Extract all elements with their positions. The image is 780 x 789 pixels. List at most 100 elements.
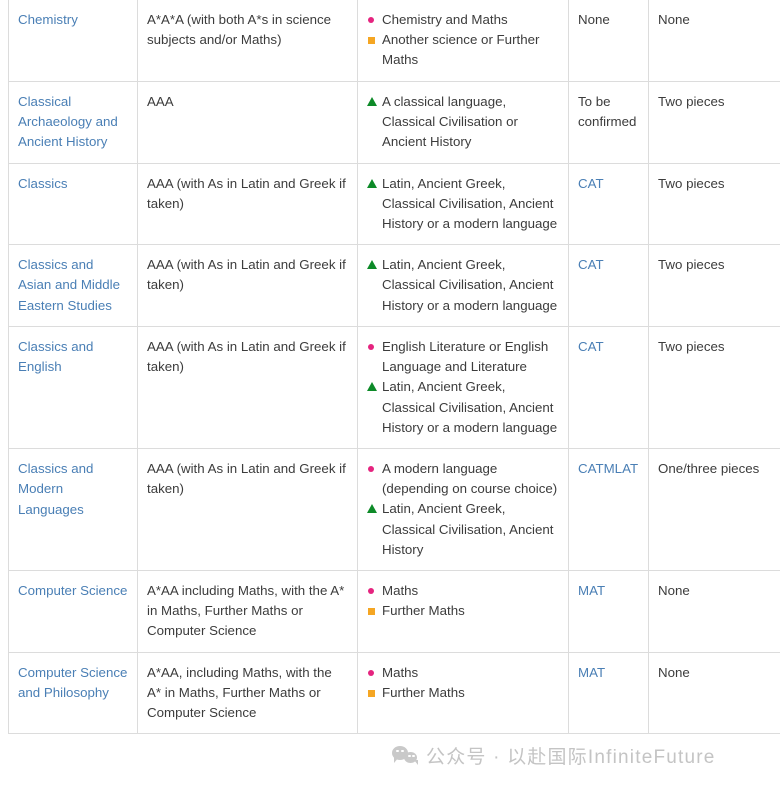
table-row: Computer Science A*AA including Maths, wi… <box>8 570 780 653</box>
table-row: Classics and Asian and Middle Eastern St… <box>8 244 780 327</box>
written-work-cell: Two pieces <box>648 81 780 164</box>
course-link[interactable]: Classical Archaeology and Ancient Histor… <box>18 94 118 150</box>
subject-text: A modern language (depending on course c… <box>382 461 558 497</box>
marker-square-icon <box>367 30 379 50</box>
subject-list-item: A classical language, Classical Civilisa… <box>367 92 559 153</box>
written-work-cell: Two pieces <box>648 326 780 450</box>
grade-requirement-cell: AAA <box>137 81 358 164</box>
subject-text: Another science or Further Maths <box>382 32 540 68</box>
subject-list-item: Another science or Further Maths <box>367 30 559 70</box>
course-link[interactable]: Classics and English <box>18 339 93 374</box>
subject-requirement-cell: Maths Further Maths <box>357 570 569 653</box>
subject-list-item: Chemistry and Maths <box>367 10 559 30</box>
written-work-cell: None <box>648 570 780 653</box>
course-link[interactable]: Classics and Modern Languages <box>18 461 93 517</box>
subject-text: Maths <box>382 583 419 599</box>
marker-circle-icon <box>367 337 379 357</box>
subject-requirement-cell: Latin, Ancient Greek, Classical Civilisa… <box>357 244 569 327</box>
course-link[interactable]: Chemistry <box>18 12 78 27</box>
written-work-cell: None <box>648 652 780 735</box>
admissions-test-link[interactable]: MLAT <box>604 461 638 476</box>
admissions-test-cell: MAT <box>568 570 649 653</box>
marker-triangle-icon <box>367 255 379 275</box>
subject-requirement-cell: Chemistry and Maths Another science or Fu… <box>357 0 569 82</box>
subject-list-item: Further Maths <box>367 601 559 621</box>
admissions-test-link[interactable]: CAT <box>578 257 604 272</box>
subject-list-item: Maths <box>367 663 559 683</box>
marker-triangle-icon <box>367 92 379 112</box>
subject-text: Latin, Ancient Greek, Classical Civilisa… <box>382 175 558 231</box>
marker-circle-icon <box>367 10 379 30</box>
written-work-cell: Two pieces <box>648 244 780 327</box>
marker-triangle-icon <box>367 174 379 194</box>
subject-text: Maths <box>382 664 419 680</box>
subject-list-item: A modern language (depending on course c… <box>367 459 559 499</box>
written-work-cell: None <box>648 0 780 82</box>
admissions-test-link[interactable]: CAT <box>578 461 604 476</box>
watermark-text: 公众号 · 以赴国际InfiniteFuture <box>426 747 716 768</box>
course-link[interactable]: Classics <box>18 176 68 191</box>
subject-list: Chemistry and Maths Another science or Fu… <box>367 10 559 71</box>
marker-square-icon <box>367 683 379 703</box>
admissions-test-cell: MAT <box>568 652 649 735</box>
subject-requirement-cell: A classical language, Classical Civilisa… <box>357 81 569 164</box>
course-name-cell: Classics and English <box>8 326 138 450</box>
subject-text: Latin, Ancient Greek, Classical Civilisa… <box>382 379 558 435</box>
admissions-test-cell: CATMLAT <box>568 448 649 572</box>
subject-list: A modern language (depending on course c… <box>367 459 559 560</box>
subject-requirement-cell: Maths Further Maths <box>357 652 569 735</box>
course-name-cell: Computer Science and Philosophy <box>8 652 138 735</box>
subject-text: Latin, Ancient Greek, Classical Civilisa… <box>382 501 554 557</box>
requirements-table-container: Chemistry A*A*A (with both A*s in science… <box>0 0 780 735</box>
course-link[interactable]: Computer Science and Philosophy <box>18 665 127 700</box>
grade-requirement-cell: A*A*A (with both A*s in science subjects… <box>137 0 358 82</box>
admissions-test-cell: To be confirmed <box>568 81 649 164</box>
subject-list: Latin, Ancient Greek, Classical Civilisa… <box>367 174 559 235</box>
subject-text: Latin, Ancient Greek, Classical Civilisa… <box>382 257 558 313</box>
subject-requirement-cell: A modern language (depending on course c… <box>357 448 569 572</box>
subject-text: Further Maths <box>382 603 465 619</box>
table-row: Classics AAA (with As in Latin and Greek … <box>8 163 780 246</box>
admissions-test-link[interactable]: MAT <box>578 583 605 598</box>
course-link[interactable]: Classics and Asian and Middle Eastern St… <box>18 257 120 313</box>
course-name-cell: Classics and Asian and Middle Eastern St… <box>8 244 138 327</box>
subject-list-item: Latin, Ancient Greek, Classical Civilisa… <box>367 499 559 560</box>
admissions-test-text: To be confirmed <box>578 93 637 129</box>
written-work-cell: One/three pieces <box>648 448 780 572</box>
subject-requirement-cell: English Literature or English Language a… <box>357 326 569 450</box>
marker-square-icon <box>367 601 379 621</box>
course-name-cell: Chemistry <box>8 0 138 82</box>
subject-list: Maths Further Maths <box>367 581 559 621</box>
subject-list: Latin, Ancient Greek, Classical Civilisa… <box>367 255 559 316</box>
subject-text: Further Maths <box>382 684 465 700</box>
admissions-test-link[interactable]: MAT <box>578 665 605 680</box>
admissions-test-link[interactable]: CAT <box>578 176 604 191</box>
table-row: Classics and English AAA (with As in Lati… <box>8 326 780 450</box>
subject-text: Chemistry and Maths <box>382 12 508 27</box>
written-work-cell: Two pieces <box>648 163 780 246</box>
subject-list-item: Latin, Ancient Greek, Classical Civilisa… <box>367 255 559 316</box>
grade-requirement-cell: A*AA, including Maths, with the A* in Ma… <box>137 652 358 735</box>
admissions-test-cell: None <box>568 0 649 82</box>
grade-requirement-cell: AAA (with As in Latin and Greek if taken… <box>137 163 358 246</box>
course-requirements-table: Chemistry A*A*A (with both A*s in science… <box>8 0 780 735</box>
admissions-test-link[interactable]: CAT <box>578 339 604 354</box>
course-link[interactable]: Computer Science <box>18 583 127 598</box>
grade-requirement-cell: AAA (with As in Latin and Greek if taken… <box>137 326 358 450</box>
subject-list-item: Latin, Ancient Greek, Classical Civilisa… <box>367 174 559 235</box>
subject-requirement-cell: Latin, Ancient Greek, Classical Civilisa… <box>357 163 569 246</box>
admissions-test-text: None <box>578 12 610 27</box>
marker-circle-icon <box>367 581 379 601</box>
table-row: Classics and Modern Languages AAA (with A… <box>8 448 780 572</box>
grade-requirement-cell: AAA (with As in Latin and Greek if taken… <box>137 244 358 327</box>
course-name-cell: Classics and Modern Languages <box>8 448 138 572</box>
admissions-test-cell: CAT <box>568 244 649 327</box>
subject-list: Maths Further Maths <box>367 663 559 703</box>
admissions-test-cell: CAT <box>568 163 649 246</box>
table-body: Chemistry A*A*A (with both A*s in science… <box>8 0 780 735</box>
subject-text: A classical language, Classical Civilisa… <box>382 93 518 150</box>
marker-triangle-icon <box>367 377 379 397</box>
course-name-cell: Computer Science <box>8 570 138 653</box>
watermark: 公众号 · 以赴国际InfiniteFuture <box>392 742 716 769</box>
course-name-cell: Classical Archaeology and Ancient Histor… <box>8 81 138 164</box>
